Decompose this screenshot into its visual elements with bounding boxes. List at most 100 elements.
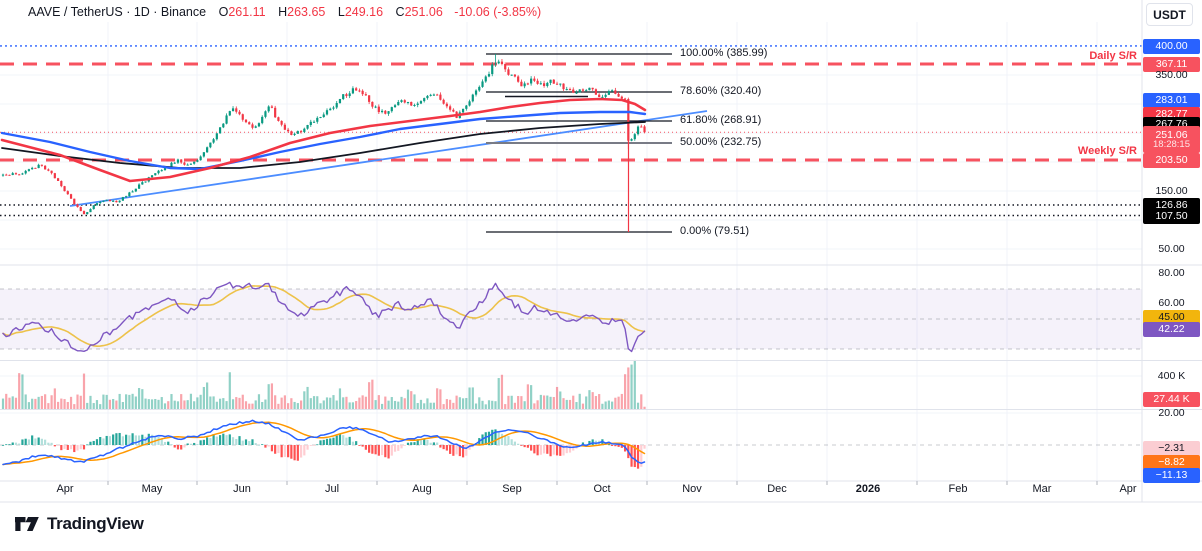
macd-histogram-bar: [180, 445, 183, 450]
month-label-may[interactable]: May: [142, 483, 163, 495]
macd-histogram-bar: [254, 443, 257, 445]
macd-histogram-bar: [251, 439, 254, 445]
macd-histogram-bar: [549, 445, 552, 457]
candle-body: [572, 89, 575, 93]
volume-bar: [390, 397, 393, 409]
macd-histogram-bar: [283, 445, 286, 457]
macd-histogram-bar: [183, 445, 186, 448]
macd-histogram-bar: [393, 445, 397, 452]
volume-bar: [264, 399, 267, 409]
month-label-2026[interactable]: 2026: [856, 483, 880, 495]
macd-histogram-bar: [452, 445, 455, 456]
volume-bar: [60, 398, 63, 409]
candle-body: [89, 209, 92, 213]
chart-background: [0, 0, 1202, 510]
price-label-251.06: 251.06 18:28:15: [1143, 126, 1200, 153]
chart-canvas[interactable]: [0, 0, 1202, 510]
chart-legend[interactable]: AAVE / TetherUS · 1D · Binance O261.11 H…: [28, 5, 541, 19]
month-label-apr[interactable]: Apr: [56, 483, 73, 495]
volume-bar: [131, 393, 134, 409]
macd-histogram-bar: [293, 445, 296, 461]
candle-body: [419, 101, 423, 104]
month-label-nov[interactable]: Nov: [682, 483, 702, 495]
candle-body: [361, 90, 364, 95]
candle-body: [180, 159, 183, 163]
candle-body: [549, 79, 552, 83]
candle-body: [400, 100, 403, 102]
fib-label-50.00%: 50.00% (232.75): [680, 136, 762, 148]
month-label-oct[interactable]: Oct: [593, 483, 610, 495]
candle-body: [364, 94, 367, 96]
volume-bar: [180, 394, 183, 409]
macd-histogram-bar: [199, 440, 202, 445]
volume-bar: [31, 398, 34, 409]
candle-body: [487, 74, 491, 77]
macd-histogram-bar: [510, 439, 513, 445]
volume-bar: [555, 386, 559, 409]
month-label-jun[interactable]: Jun: [233, 483, 251, 495]
volume-bar: [335, 400, 338, 409]
tradingview-logo[interactable]: TradingView: [14, 514, 144, 534]
volume-bar: [471, 387, 474, 409]
macd-histogram-bar: [345, 437, 348, 445]
candle-body: [18, 174, 21, 176]
volume-bar: [296, 403, 299, 409]
volume-bar: [436, 388, 439, 409]
macd-histogram-bar: [397, 445, 400, 451]
month-label-aug[interactable]: Aug: [412, 483, 432, 495]
macd-histogram-bar: [413, 442, 416, 445]
candle-body: [183, 162, 186, 165]
volume-bar: [342, 397, 345, 409]
macd-histogram-bar: [552, 445, 555, 455]
month-label-jul[interactable]: Jul: [325, 483, 339, 495]
month-label-mar[interactable]: Mar: [1033, 483, 1052, 495]
volume-bar: [283, 395, 286, 409]
volume-label-27.44K: 27.44 K: [1143, 391, 1200, 407]
macd-histogram-bar: [89, 441, 92, 445]
macd-histogram-bar: [614, 445, 617, 447]
candle-body: [76, 204, 79, 208]
candle-body: [585, 90, 588, 92]
volume-bar: [134, 396, 137, 409]
candle-body: [34, 167, 37, 169]
candle-body: [225, 115, 228, 124]
month-label-feb[interactable]: Feb: [949, 483, 968, 495]
macd-label-11.13: −11.13: [1143, 467, 1200, 483]
macd-histogram-bar: [222, 433, 225, 445]
macd-histogram-bar: [555, 445, 559, 456]
currency-toggle-button[interactable]: USDT: [1146, 3, 1193, 26]
macd-histogram-bar: [536, 445, 539, 456]
macd-histogram-bar: [371, 445, 374, 454]
macd-histogram-bar: [449, 445, 452, 454]
volume-bar: [261, 402, 264, 409]
volume-bar: [102, 394, 105, 409]
candle-body: [238, 111, 241, 115]
month-label-apr[interactable]: Apr: [1119, 483, 1136, 495]
volume-bar: [196, 397, 199, 409]
volume-bar: [627, 367, 630, 409]
fib-label-61.80%: 61.80% (268.91): [680, 114, 762, 126]
macd-histogram-bar: [209, 438, 212, 445]
candle-body: [627, 99, 630, 141]
candle-body: [21, 173, 24, 175]
candle-body: [481, 81, 484, 87]
volume-bar: [309, 398, 312, 409]
macd-histogram-bar: [270, 445, 274, 452]
volume-bar: [614, 397, 617, 409]
candle-body: [128, 192, 131, 197]
volume-bar: [465, 398, 468, 409]
volume-bar: [620, 393, 623, 409]
volume-bar: [267, 384, 270, 409]
volume-bar: [565, 399, 568, 409]
volume-bar: [517, 395, 520, 409]
month-label-sep[interactable]: Sep: [502, 483, 522, 495]
volume-bar: [121, 401, 124, 409]
volume-bar: [377, 395, 380, 409]
candle-body: [581, 89, 585, 91]
volume-bar: [474, 403, 478, 409]
macd-histogram-bar: [306, 445, 309, 450]
macd-histogram-bar: [86, 444, 89, 446]
candle-body: [306, 125, 309, 129]
volume-bar: [105, 394, 108, 409]
month-label-dec[interactable]: Dec: [767, 483, 787, 495]
